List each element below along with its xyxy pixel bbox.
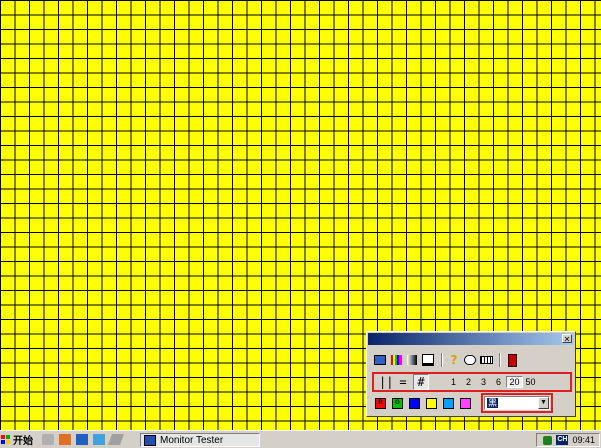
ime-indicator[interactable]: CH xyxy=(556,435,569,445)
taskbar-item-monitor-tester[interactable]: Monitor Tester xyxy=(140,433,260,447)
color-combo-highlight: 黑 ▼ xyxy=(481,393,553,413)
start-label: 开始 xyxy=(13,436,33,447)
line-spacing-1[interactable]: 1 xyxy=(446,377,461,387)
quicklaunch-folder-icon[interactable] xyxy=(59,434,71,445)
vertical-lines-icon[interactable]: || xyxy=(379,375,393,389)
taskbar-item-label: Monitor Tester xyxy=(160,434,224,446)
keyboard-icon[interactable] xyxy=(479,353,493,367)
grid-pattern-icon[interactable]: # xyxy=(413,374,429,390)
system-tray: CH 09:41 xyxy=(536,433,600,447)
quicklaunch-browser-icon[interactable] xyxy=(76,434,88,445)
taskbar: 开始 Monitor Tester CH 09:41 xyxy=(0,430,601,448)
chevron-down-icon[interactable]: ▼ xyxy=(538,397,549,409)
color-bars-icon[interactable] xyxy=(389,353,403,367)
toolbox-titlebar[interactable]: ✕ xyxy=(368,333,574,345)
network-icon[interactable] xyxy=(543,435,553,445)
windows-logo-icon xyxy=(1,434,11,445)
phone-icon[interactable] xyxy=(505,353,519,367)
start-button[interactable]: 开始 xyxy=(1,432,37,447)
display-icon[interactable] xyxy=(373,353,387,367)
speech-bubble-icon[interactable] xyxy=(463,353,477,367)
gradient-icon[interactable] xyxy=(405,353,419,367)
monitor-icon[interactable] xyxy=(421,353,435,367)
help-icon[interactable]: ? xyxy=(447,353,461,367)
red-swatch-button[interactable]: R xyxy=(373,396,388,410)
monitor-tester-toolbox: ✕ ? || = # 1 2 3 6 20 50 R G 黑 ▼ xyxy=(366,331,576,417)
monitor-tester-icon xyxy=(144,434,156,446)
pattern-row: || = # 1 2 3 6 20 50 xyxy=(372,372,572,392)
yellow-swatch-button[interactable] xyxy=(424,396,439,410)
toolbar-separator xyxy=(441,353,443,367)
background-color-value: 黑 xyxy=(487,398,499,408)
toolbar-separator xyxy=(499,353,501,367)
magenta-swatch-button[interactable] xyxy=(458,396,473,410)
close-button[interactable]: ✕ xyxy=(562,334,572,344)
quicklaunch-desktop-icon[interactable] xyxy=(42,434,54,445)
line-spacing-6[interactable]: 6 xyxy=(491,377,506,387)
horizontal-lines-icon[interactable]: = xyxy=(396,375,410,389)
line-spacing-3[interactable]: 3 xyxy=(476,377,491,387)
toolbar-row-tests: ? xyxy=(373,351,571,369)
line-spacing-50[interactable]: 50 xyxy=(523,377,538,387)
blue-swatch-button[interactable] xyxy=(407,396,422,410)
quicklaunch-tool-icon[interactable] xyxy=(107,434,125,445)
clock: 09:41 xyxy=(572,435,595,445)
color-row: R G 黑 ▼ xyxy=(373,393,571,413)
background-color-select[interactable]: 黑 ▼ xyxy=(484,396,550,410)
line-spacing-2[interactable]: 2 xyxy=(461,377,476,387)
green-swatch-button[interactable]: G xyxy=(390,396,405,410)
line-spacing-20[interactable]: 20 xyxy=(506,376,523,388)
cyan-swatch-button[interactable] xyxy=(441,396,456,410)
quicklaunch-media-icon[interactable] xyxy=(93,434,105,445)
